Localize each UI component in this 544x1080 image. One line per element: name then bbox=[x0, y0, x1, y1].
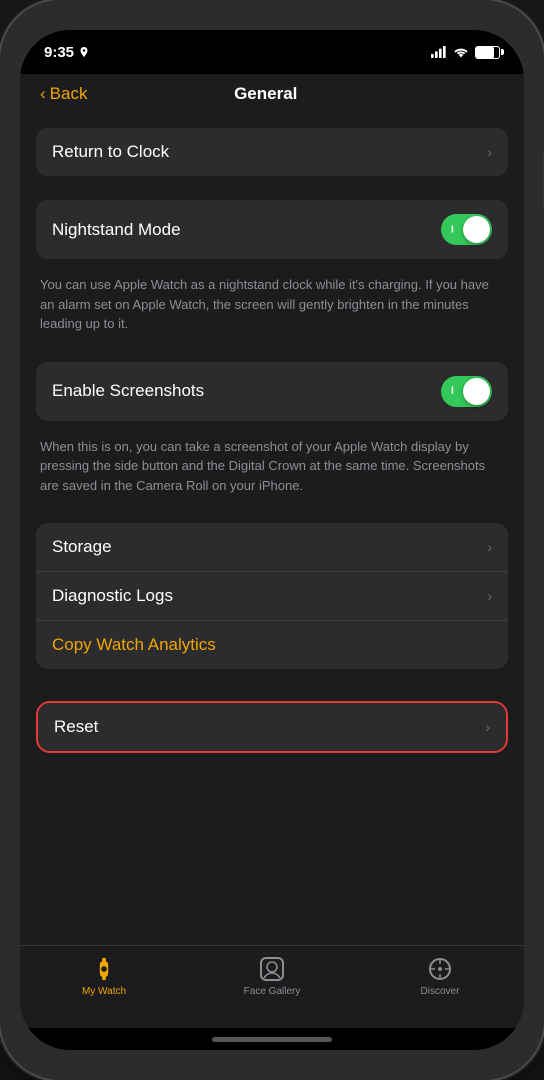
page-title: General bbox=[87, 84, 444, 104]
status-time: 9:35 bbox=[44, 44, 90, 61]
nightstand-mode-toggle[interactable]: I bbox=[441, 214, 492, 245]
storage-label: Storage bbox=[52, 537, 487, 557]
status-icons bbox=[431, 46, 500, 59]
phone-frame: 9:35 bbox=[0, 0, 544, 1080]
nightstand-description: You can use Apple Watch as a nightstand … bbox=[36, 267, 508, 346]
return-to-clock-label: Return to Clock bbox=[52, 142, 487, 162]
diagnostic-logs-label: Diagnostic Logs bbox=[52, 586, 487, 606]
my-watch-icon bbox=[91, 956, 117, 982]
enable-screenshots-group: Enable Screenshots I bbox=[36, 362, 508, 421]
phone-screen: 9:35 bbox=[20, 30, 524, 1050]
chevron-left-icon: ‹ bbox=[40, 84, 46, 104]
my-watch-tab-label: My Watch bbox=[82, 986, 126, 997]
enable-screenshots-toggle[interactable]: I bbox=[441, 376, 492, 407]
screenshots-description: When this is on, you can take a screensh… bbox=[36, 429, 508, 508]
nightstand-mode-item[interactable]: Nightstand Mode I bbox=[36, 200, 508, 259]
tab-my-watch[interactable]: My Watch bbox=[54, 956, 154, 997]
copy-watch-analytics-item[interactable]: Copy Watch Analytics bbox=[36, 621, 508, 669]
discover-tab-label: Discover bbox=[421, 986, 460, 997]
wifi-icon bbox=[453, 46, 469, 58]
diagnostic-logs-item[interactable]: Diagnostic Logs › bbox=[36, 572, 508, 621]
toggle-on-label: I bbox=[451, 224, 454, 235]
discover-icon bbox=[427, 956, 453, 982]
scroll-content[interactable]: Return to Clock › Nightstand Mode I You … bbox=[20, 112, 524, 945]
battery-icon bbox=[475, 46, 500, 59]
reset-label: Reset bbox=[54, 717, 485, 737]
signal-icon bbox=[431, 46, 447, 58]
reset-item[interactable]: Reset › bbox=[38, 703, 506, 751]
copy-watch-analytics-label: Copy Watch Analytics bbox=[52, 635, 492, 655]
nightstand-mode-group: Nightstand Mode I bbox=[36, 200, 508, 259]
reset-outline: Reset › bbox=[36, 701, 508, 753]
toggle-on-label-2: I bbox=[451, 386, 454, 397]
chevron-right-icon-2: › bbox=[487, 539, 492, 555]
nightstand-mode-label: Nightstand Mode bbox=[52, 220, 441, 240]
notch bbox=[212, 30, 332, 56]
face-gallery-icon bbox=[259, 956, 285, 982]
back-button[interactable]: ‹ Back bbox=[40, 84, 87, 104]
chevron-right-icon: › bbox=[487, 144, 492, 160]
toggle-knob-2 bbox=[463, 378, 490, 405]
toggle-knob bbox=[463, 216, 490, 243]
tab-bar: My Watch Face Gallery bbox=[20, 945, 524, 1028]
home-indicator bbox=[20, 1028, 524, 1050]
tab-discover[interactable]: Discover bbox=[390, 956, 490, 997]
navigation-bar: ‹ Back General bbox=[20, 74, 524, 112]
storage-group: Storage › Diagnostic Logs › Copy Watch A… bbox=[36, 523, 508, 669]
face-gallery-tab-label: Face Gallery bbox=[244, 986, 301, 997]
location-icon bbox=[78, 46, 90, 58]
enable-screenshots-item[interactable]: Enable Screenshots I bbox=[36, 362, 508, 421]
reset-container: Reset › bbox=[36, 701, 508, 753]
storage-item[interactable]: Storage › bbox=[36, 523, 508, 572]
back-label[interactable]: Back bbox=[50, 84, 88, 104]
chevron-right-icon-4: › bbox=[485, 719, 490, 735]
chevron-right-icon-3: › bbox=[487, 588, 492, 604]
enable-screenshots-label: Enable Screenshots bbox=[52, 381, 441, 401]
return-to-clock-item[interactable]: Return to Clock › bbox=[36, 128, 508, 176]
tab-face-gallery[interactable]: Face Gallery bbox=[222, 956, 322, 997]
home-bar bbox=[212, 1037, 332, 1042]
return-to-clock-group: Return to Clock › bbox=[36, 128, 508, 176]
